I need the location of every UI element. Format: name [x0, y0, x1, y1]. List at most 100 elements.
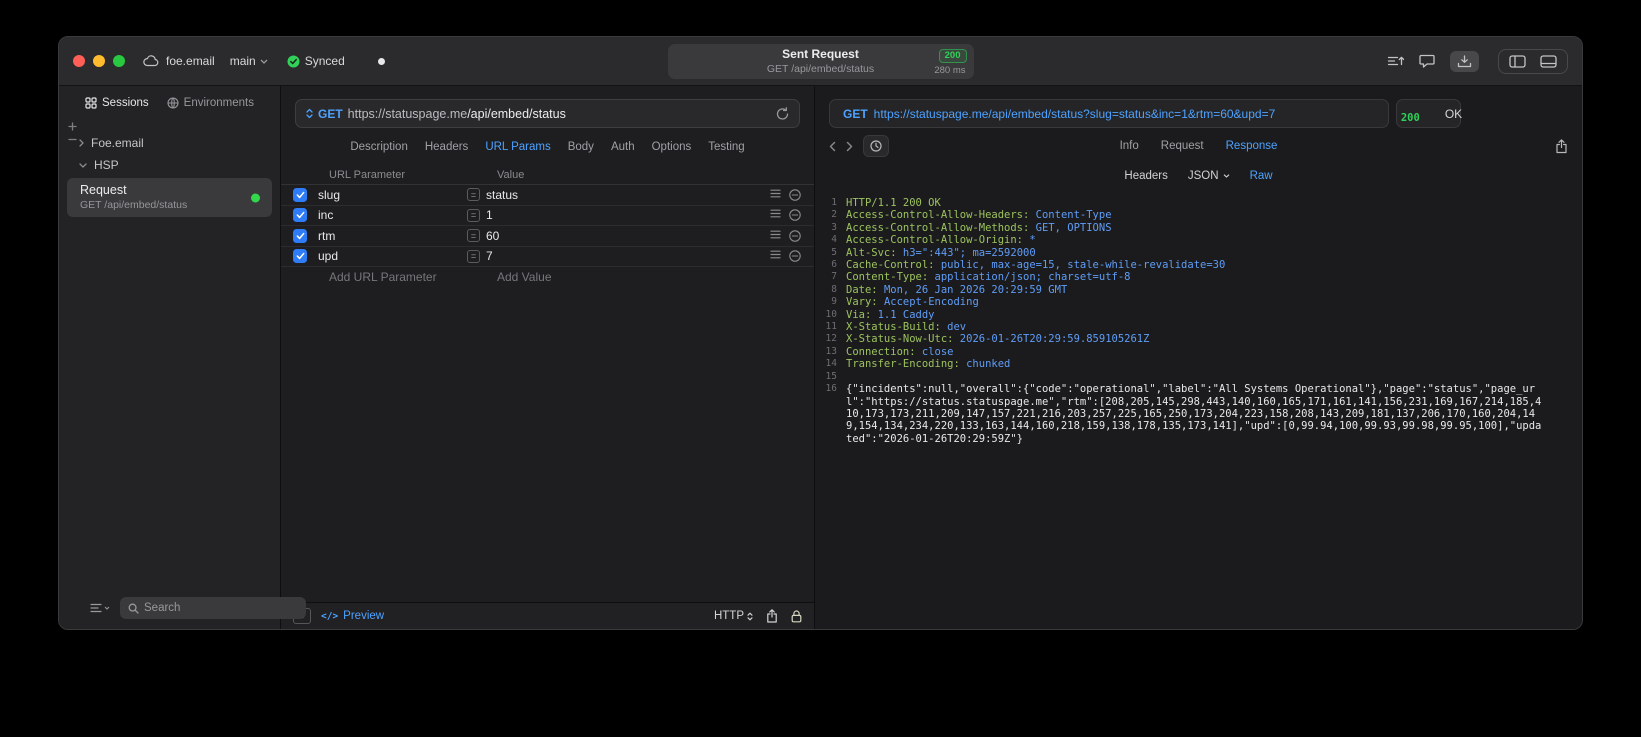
- add-icon[interactable]: [68, 122, 77, 131]
- value-type-icon: =: [467, 249, 480, 263]
- param-checkbox[interactable]: [293, 228, 307, 243]
- subtab-headers[interactable]: Headers: [1124, 170, 1167, 182]
- add-param-value-placeholder[interactable]: Add Value: [478, 270, 814, 284]
- tray-download-icon[interactable]: [1450, 50, 1479, 72]
- tab-info[interactable]: Info: [1120, 140, 1139, 152]
- subtab-raw[interactable]: Raw: [1250, 170, 1273, 182]
- param-name-field[interactable]: slug: [307, 188, 467, 202]
- close-window-button[interactable]: [73, 55, 85, 67]
- param-name-field[interactable]: upd: [307, 249, 467, 263]
- param-value-field[interactable]: 7: [486, 249, 493, 263]
- line-content: Access-Control-Allow-Methods: GET, OPTIO…: [846, 221, 1112, 234]
- column-value: Value: [497, 169, 525, 181]
- minus-icon[interactable]: [68, 135, 77, 144]
- sent-url-box[interactable]: GET https://statuspage.me/api/embed/stat…: [829, 99, 1389, 128]
- tab-headers[interactable]: Headers: [425, 141, 468, 153]
- history-forward-icon[interactable]: [846, 141, 853, 152]
- request-method[interactable]: GET: [318, 107, 343, 121]
- resend-request-icon[interactable]: [776, 106, 789, 121]
- sidebar-search[interactable]: [120, 597, 306, 619]
- sync-status[interactable]: Synced: [287, 54, 345, 68]
- line-content: Vary: Accept-Encoding: [846, 296, 979, 309]
- pill-request-line: GET /api/embed/status: [766, 63, 875, 75]
- remove-param-icon[interactable]: [789, 250, 801, 262]
- response-status-box: 200 OK: [1396, 99, 1462, 128]
- pill-duration: 280 ms: [934, 65, 966, 76]
- subtab-json[interactable]: JSON: [1188, 170, 1230, 182]
- project-name[interactable]: foe.email: [166, 54, 215, 68]
- response-code-view[interactable]: 1 HTTP/1.1 200 OK 2 Access-Control-Allow-He…: [815, 188, 1582, 629]
- line-content: HTTP/1.1 200 OK: [846, 197, 941, 209]
- left-sidebar-toggle-icon[interactable]: [1509, 54, 1526, 68]
- request-url-bar[interactable]: GET https://statuspage.me/api/embed/stat…: [295, 99, 800, 128]
- url-path: /api/embed/status: [467, 106, 566, 121]
- row-menu-icon[interactable]: [770, 230, 781, 239]
- protocol-selector[interactable]: HTTP: [714, 610, 753, 622]
- tab-request[interactable]: Request: [1161, 140, 1204, 152]
- share-icon[interactable]: [766, 609, 778, 623]
- param-name-field[interactable]: inc: [307, 208, 467, 222]
- tab-testing[interactable]: Testing: [708, 141, 744, 153]
- search-input[interactable]: [144, 602, 298, 614]
- row-menu-icon[interactable]: [770, 209, 781, 218]
- response-line: 2 Access-Control-Allow-Headers: Content-T…: [821, 209, 1542, 221]
- param-row: upd = 7: [281, 247, 814, 267]
- comment-icon[interactable]: [1419, 54, 1435, 68]
- export-response-icon[interactable]: [1555, 138, 1568, 154]
- tab-response[interactable]: Response: [1226, 140, 1278, 152]
- param-checkbox[interactable]: [293, 249, 307, 264]
- response-status-code: 200: [1400, 111, 1420, 124]
- minimize-window-button[interactable]: [93, 55, 105, 67]
- param-value-field[interactable]: 1: [486, 208, 493, 222]
- traffic-lights: [73, 55, 125, 67]
- titlebar: foe.email main Synced Sent Request 200 G…: [59, 37, 1582, 86]
- line-content: X-Status-Now-Utc: 2026-01-26T20:29:59.85…: [846, 333, 1150, 346]
- bottom-panel-toggle-icon[interactable]: [1540, 54, 1557, 68]
- tab-sessions[interactable]: Sessions: [85, 97, 149, 109]
- remove-param-icon[interactable]: [789, 230, 801, 242]
- subtab-headers-label: Headers: [1124, 170, 1168, 182]
- line-number: 3: [831, 221, 837, 233]
- tree-group-foe-email[interactable]: Foe.email: [65, 132, 274, 154]
- param-name-field[interactable]: rtm: [307, 229, 467, 243]
- line-number: 5: [831, 246, 837, 258]
- remove-param-icon[interactable]: [789, 209, 801, 221]
- param-value-field[interactable]: status: [486, 188, 518, 202]
- param-checkbox[interactable]: [293, 208, 307, 223]
- preview-button[interactable]: </> Preview: [321, 610, 384, 622]
- sync-label: Synced: [304, 54, 345, 68]
- response-line: 15: [821, 371, 1542, 383]
- main-area: Sessions Environments Foe.email HSP Requ…: [59, 86, 1582, 629]
- column-url-parameter: URL Parameter: [329, 169, 406, 181]
- remove-param-icon[interactable]: [789, 189, 801, 201]
- request-list-item-selected[interactable]: Request GET /api/embed/status: [67, 178, 272, 217]
- method-selector-icon[interactable]: [306, 108, 313, 119]
- history-back-icon[interactable]: [829, 141, 836, 152]
- sort-filter-control[interactable]: [90, 603, 110, 613]
- preview-label: Preview: [343, 610, 385, 622]
- tab-description[interactable]: Description: [350, 141, 408, 153]
- param-value-field[interactable]: 60: [486, 229, 499, 243]
- param-checkbox[interactable]: [293, 187, 307, 202]
- response-nav: Info Request Response: [815, 128, 1582, 164]
- tab-body[interactable]: Body: [568, 141, 594, 153]
- zoom-window-button[interactable]: [113, 55, 125, 67]
- sent-request-pill[interactable]: Sent Request 200 GET /api/embed/status 2…: [667, 44, 974, 79]
- branch-selector[interactable]: main: [230, 54, 268, 68]
- lock-icon[interactable]: [791, 609, 802, 623]
- tab-auth[interactable]: Auth: [611, 141, 635, 153]
- history-clock-button[interactable]: [863, 135, 889, 157]
- row-menu-icon[interactable]: [770, 189, 781, 198]
- tab-environments[interactable]: Environments: [167, 97, 254, 109]
- updown-chevron-icon: [747, 612, 753, 620]
- import-export-icon[interactable]: [1387, 54, 1404, 68]
- tree-group-hsp[interactable]: HSP: [65, 154, 274, 176]
- response-line: 7 Content-Type: application/json; charset…: [821, 271, 1542, 283]
- add-param-name-placeholder[interactable]: Add URL Parameter: [318, 270, 478, 284]
- tab-options[interactable]: Options: [652, 141, 692, 153]
- request-footer: ▲ </> Preview HTTP: [281, 602, 814, 629]
- add-param-row[interactable]: Add URL Parameter Add Value: [281, 267, 814, 288]
- request-panel: GET https://statuspage.me/api/embed/stat…: [281, 86, 815, 629]
- row-menu-icon[interactable]: [770, 250, 781, 259]
- tab-url-params[interactable]: URL Params: [485, 141, 550, 153]
